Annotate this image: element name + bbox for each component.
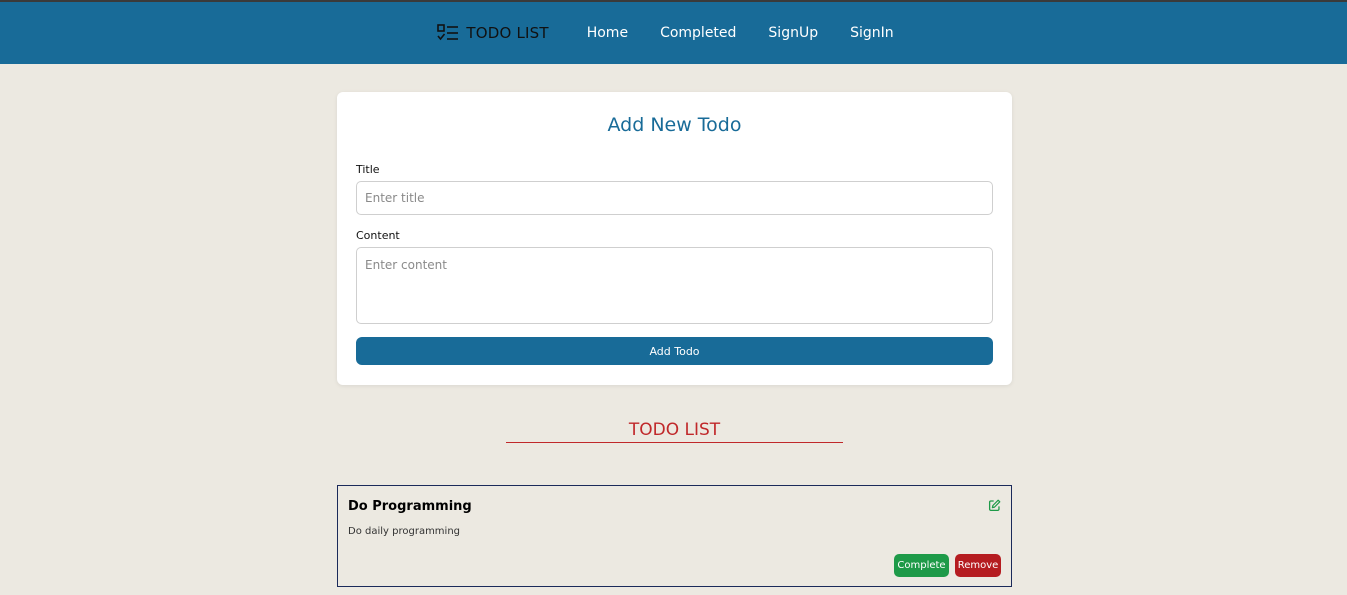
add-todo-card: Add New Todo Title Content Add Todo <box>337 92 1012 385</box>
nav-link-completed[interactable]: Completed <box>660 25 736 41</box>
title-label: Title <box>356 163 380 176</box>
checklist-icon <box>437 24 459 41</box>
brand-text: TODO LIST <box>466 24 549 42</box>
content-textarea[interactable] <box>356 247 993 324</box>
todo-content: Do daily programming <box>348 526 461 537</box>
add-todo-button[interactable]: Add Todo <box>356 337 993 365</box>
title-input[interactable] <box>356 181 993 215</box>
remove-button[interactable]: Remove <box>955 554 1001 577</box>
nav-inner: TODO LIST Home Completed SignUp SignIn <box>437 24 909 42</box>
todo-item: Do Programming Do daily programming Comp… <box>337 485 1012 587</box>
content-label: Content <box>356 229 400 242</box>
todo-list-heading: TODO LIST <box>506 420 843 443</box>
nav-link-signin[interactable]: SignIn <box>850 25 894 41</box>
complete-button[interactable]: Complete <box>894 554 949 577</box>
nav-link-signup[interactable]: SignUp <box>768 25 818 41</box>
todo-title: Do Programming <box>348 499 472 514</box>
nav-link-home[interactable]: Home <box>587 25 628 41</box>
navbar: TODO LIST Home Completed SignUp SignIn <box>0 2 1347 64</box>
brand[interactable]: TODO LIST <box>437 24 549 42</box>
form-heading: Add New Todo <box>607 114 742 136</box>
edit-icon[interactable] <box>988 499 1001 512</box>
